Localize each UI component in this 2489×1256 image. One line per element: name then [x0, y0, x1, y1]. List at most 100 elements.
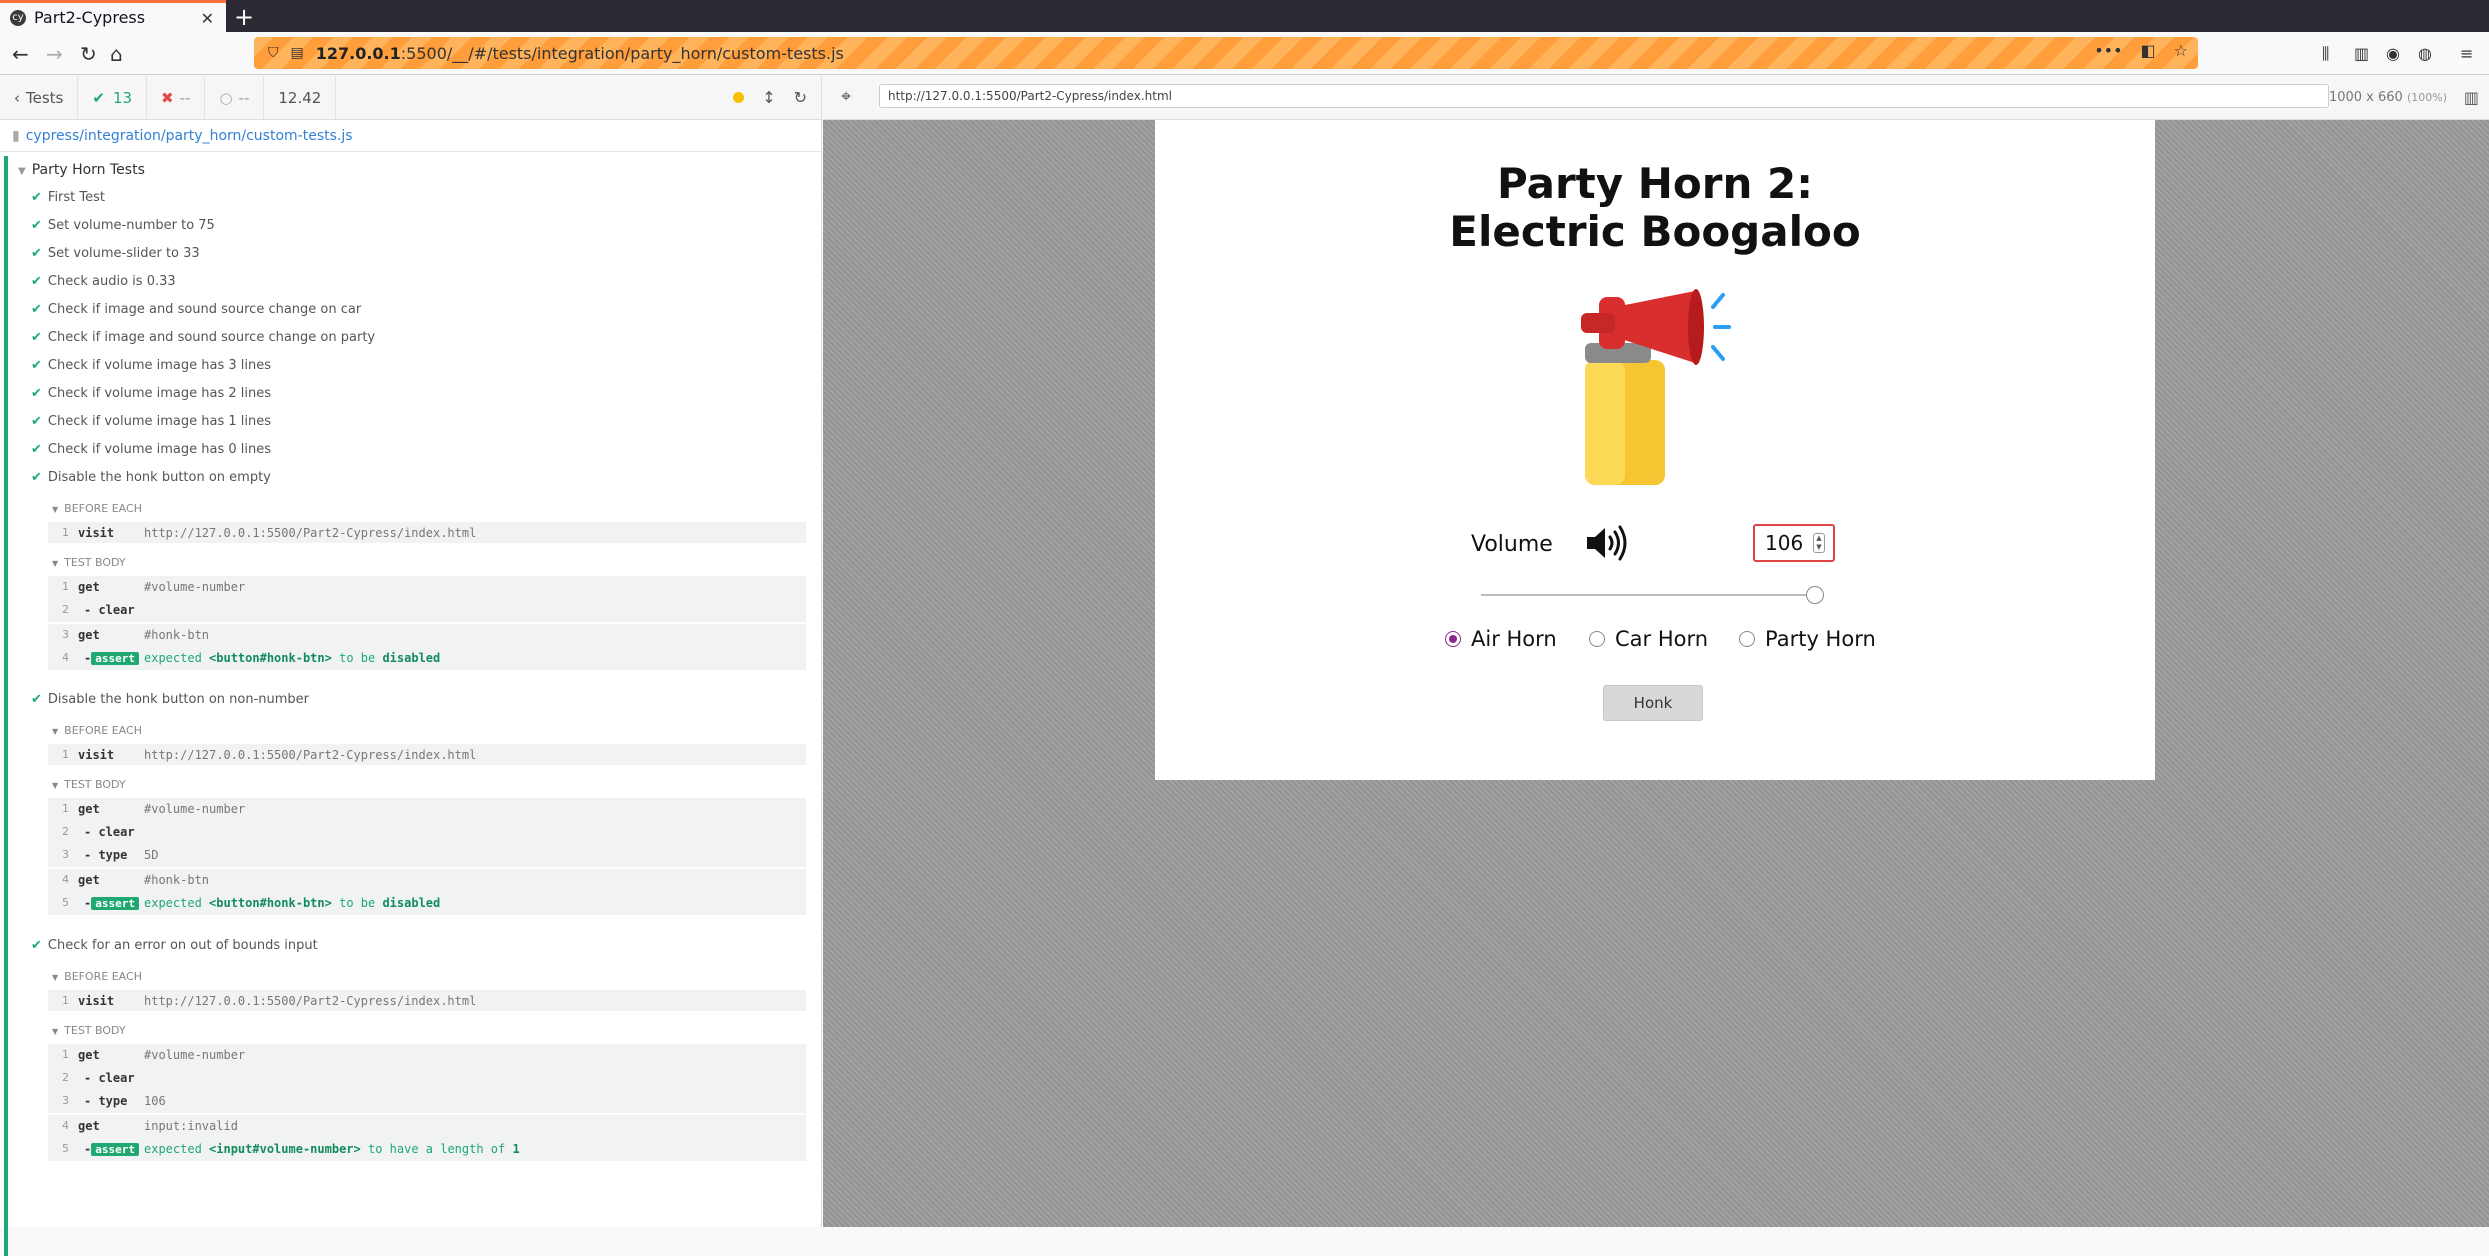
cmd-message: http://127.0.0.1:5500/Part2-Cypress/inde… [144, 747, 477, 762]
hook-label-text: BEFORE EACH [64, 724, 142, 737]
assert-word: expected [144, 895, 202, 910]
test-item[interactable]: ✔ Check if image and sound source change … [31, 330, 375, 345]
forward-icon[interactable]: → [46, 42, 63, 66]
close-tab-icon[interactable]: ✕ [201, 9, 214, 28]
hook-test-body[interactable]: ▼ TEST BODY [52, 778, 126, 791]
assert-badge: assert [91, 896, 139, 910]
tests-back-button[interactable]: ‹ Tests [0, 75, 79, 120]
hook-label-text: TEST BODY [64, 778, 126, 791]
spinner-icon[interactable]: ▲ ▼ [1813, 533, 1825, 553]
command-row[interactable]: 1 visit http://127.0.0.1:5500/Part2-Cypres… [48, 522, 806, 543]
test-item[interactable]: ✔ Set volume-slider to 33 [31, 246, 200, 261]
test-item[interactable]: ✔ Check if volume image has 2 lines [31, 386, 271, 401]
account-icon[interactable]: ◉ [2386, 44, 2400, 63]
hook-label-text: TEST BODY [64, 1024, 126, 1037]
assert-word: expected [144, 650, 202, 665]
selector-playground-icon[interactable]: ⌖ [841, 86, 851, 107]
tests-back-label: Tests [26, 88, 64, 107]
spec-path[interactable]: ▮ cypress/integration/party_horn/custom-… [0, 120, 821, 152]
cmd-name: - assert [78, 896, 144, 910]
command-row[interactable]: 5 - assert expected <button#honk-btn> to be… [48, 892, 806, 913]
cmd-name: get [78, 873, 100, 887]
hook-before-each[interactable]: ▼ BEFORE EACH [52, 970, 142, 983]
test-item[interactable]: ✔ Check if volume image has 0 lines [31, 442, 271, 457]
title-line-2: Electric Boogaloo [1449, 207, 1861, 256]
hook-before-each[interactable]: ▼ BEFORE EACH [52, 724, 142, 737]
hook-test-body[interactable]: ▼ TEST BODY [52, 1024, 126, 1037]
more-actions-icon[interactable]: ••• [2094, 41, 2122, 60]
check-icon: ✔ [31, 218, 42, 233]
test-item[interactable]: ✔ Check if image and sound source change … [31, 302, 361, 317]
command-row[interactable]: 3 - type 5D [48, 844, 806, 865]
reload-icon[interactable]: ↻ [80, 42, 97, 66]
command-row[interactable]: 4 - assert expected <button#honk-btn> to be… [48, 647, 806, 668]
test-item[interactable]: ✔ Set volume-number to 75 [31, 218, 215, 233]
test-title: Disable the honk button on non-number [47, 692, 310, 707]
extension-icon[interactable]: ◍ [2418, 44, 2432, 63]
cmd-number: 5 [62, 896, 69, 909]
url-host: 127.0.0.1 [315, 43, 401, 63]
cmd-number: 1 [62, 526, 69, 539]
panel-toggle-icon[interactable]: ▥ [2464, 88, 2479, 107]
back-icon[interactable]: ← [12, 42, 29, 66]
chevron-left-icon: ‹ [14, 88, 20, 107]
command-row[interactable]: 3 - type 106 [48, 1090, 806, 1111]
radio-party-horn[interactable]: Party Horn [1739, 627, 1876, 651]
home-icon[interactable]: ⌂ [110, 42, 123, 66]
test-item[interactable]: ✔ Check for an error on out of bounds inp… [31, 938, 318, 953]
air-horn-image [1581, 289, 1731, 485]
test-item[interactable]: ✔ Check if volume image has 3 lines [31, 358, 271, 373]
new-tab-icon[interactable]: + [234, 3, 254, 31]
app-frame: Party Horn 2: Electric Boogaloo Volume 1… [1155, 120, 2155, 780]
address-bar[interactable]: ⛉ ▤ 127.0.0.1 :5500/__/#/tests/integrati… [254, 37, 2198, 69]
command-row[interactable]: 5 - assert expected <input#volume-number> t… [48, 1138, 806, 1159]
test-item[interactable]: ✔ Disable the honk button on non-number [31, 692, 309, 707]
title-line-1: Party Horn 2: [1496, 159, 1814, 208]
autoscroll-toggle-icon[interactable]: ↕ [762, 88, 775, 107]
browser-tab[interactable]: cy Part2-Cypress ✕ [0, 0, 226, 32]
caret-down-icon: ▼ [52, 727, 59, 736]
command-row[interactable]: 2 - clear [48, 821, 806, 842]
cmd-name: - type [84, 1093, 128, 1108]
assert-badge: assert [91, 651, 139, 665]
viewport-zoom: (100%) [2406, 91, 2447, 104]
volume-slider[interactable] [1481, 594, 1815, 596]
volume-slider-thumb[interactable] [1806, 586, 1824, 604]
command-row[interactable]: 1 visit http://127.0.0.1:5500/Part2-Cypres… [48, 744, 806, 765]
command-row[interactable]: 1 visit http://127.0.0.1:5500/Part2-Cypres… [48, 990, 806, 1011]
cmd-number: 2 [62, 603, 69, 616]
command-row[interactable]: 2 - clear [48, 1067, 806, 1088]
command-row[interactable]: 2 - clear [48, 599, 806, 620]
passed-count: ✔ 13 [78, 75, 148, 120]
test-title: Check for an error on out of bounds inpu… [47, 938, 318, 953]
pocket-icon[interactable]: ◧ [2141, 41, 2156, 60]
assert-message: expected <input#volume-number> to have a… [144, 1142, 520, 1156]
hook-test-body[interactable]: ▼ TEST BODY [52, 556, 126, 569]
radio-label: Party Horn [1765, 627, 1876, 651]
hook-before-each[interactable]: ▼ BEFORE EACH [52, 502, 142, 515]
hook-label-text: BEFORE EACH [64, 502, 142, 515]
menu-icon[interactable]: ≡ [2460, 44, 2473, 63]
cmd-number: 2 [62, 825, 69, 838]
test-item[interactable]: ✔ First Test [31, 190, 105, 205]
suite-title[interactable]: ▼ Party Horn Tests [18, 162, 145, 178]
assert-word: to be [339, 650, 376, 665]
radio-car-horn[interactable]: Car Horn [1589, 627, 1708, 651]
honk-button[interactable]: Honk [1603, 685, 1703, 721]
test-title: Set volume-number to 75 [47, 218, 215, 233]
sidebar-icon[interactable]: ▥ [2354, 44, 2369, 63]
test-item[interactable]: ✔ Disable the honk button on empty [31, 470, 271, 485]
test-title: Check if image and sound source change o… [47, 302, 362, 317]
cmd-message: input:invalid [144, 1119, 238, 1133]
passed-count-value: 13 [112, 88, 133, 107]
volume-number-input[interactable]: 106 ▲ ▼ [1753, 524, 1835, 562]
bookmark-star-icon[interactable]: ☆ [2174, 41, 2188, 60]
test-item[interactable]: ✔ Check if volume image has 1 lines [31, 414, 271, 429]
rerun-icon[interactable]: ↻ [794, 88, 807, 107]
pending-count: ○ -- [205, 75, 265, 120]
test-item[interactable]: ✔ Check audio is 0.33 [31, 274, 176, 289]
library-icon[interactable]: ⫼ [2322, 44, 2329, 64]
cmd-number: 3 [62, 628, 69, 641]
cmd-number: 4 [62, 1119, 69, 1132]
radio-air-horn[interactable]: Air Horn [1445, 627, 1557, 651]
